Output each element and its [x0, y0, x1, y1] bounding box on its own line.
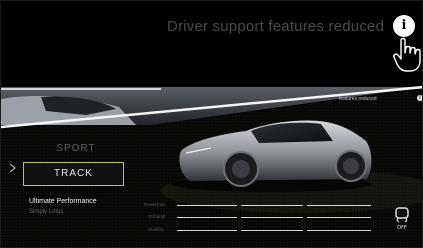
stat-bar — [177, 230, 237, 231]
small-info-icon[interactable]: i — [417, 95, 422, 101]
drive-mode-track[interactable]: TRACK — [23, 162, 124, 186]
chevron-right-icon[interactable] — [9, 163, 17, 173]
stat-bar — [177, 217, 237, 218]
stat-bar — [307, 230, 371, 231]
stat-bar — [241, 217, 303, 218]
performance-subtitle: Simply Lotus — [29, 209, 64, 215]
overlay-note: features reduced — [339, 96, 377, 102]
drive-mode-sport[interactable]: SPORT — [26, 140, 126, 158]
stat-label-stability: Stability — [148, 227, 164, 232]
stat-bar — [307, 217, 371, 218]
stat-label-powertrain: Powertrain — [144, 202, 166, 207]
performance-title: Ultimate Performance — [29, 198, 97, 205]
stat-bar — [307, 205, 371, 206]
info-icon[interactable]: i — [393, 15, 415, 37]
stat-bar — [241, 230, 303, 231]
stat-label-exhaust: Exhaust — [149, 214, 166, 219]
stat-bar — [177, 205, 237, 206]
stat-bar — [241, 205, 303, 206]
traction-off-label: OFF — [397, 225, 407, 231]
vehicle-scene — [1, 85, 422, 247]
driver-support-banner-title: Driver support features reduced — [167, 18, 385, 35]
hand-pointer-icon — [393, 37, 421, 72]
traction-control-off-icon[interactable]: OFF — [393, 207, 411, 231]
screen: Driver support features reduced i featur… — [0, 0, 423, 248]
